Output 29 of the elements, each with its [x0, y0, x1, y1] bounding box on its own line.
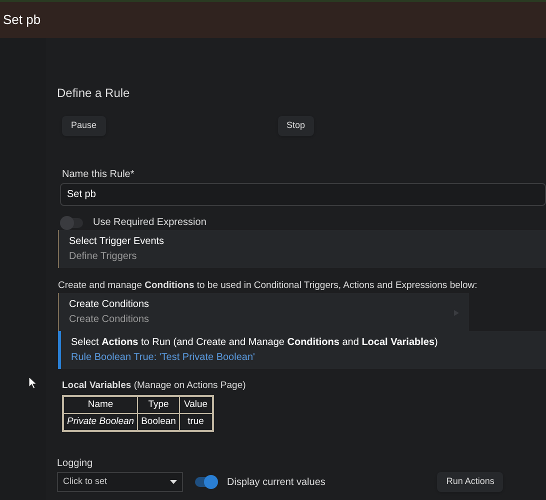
section-label: Local Variables (Manage on Actions Page)	[62, 379, 246, 394]
field-label: Name this Rule*	[62, 168, 134, 182]
mouse-cursor-icon	[29, 377, 37, 389]
toggle-label: Use Required Expression	[93, 216, 206, 230]
column-header: Name	[63, 396, 138, 414]
card-title: Select Trigger Events	[69, 235, 164, 249]
pause-button[interactable]: Pause	[62, 116, 106, 136]
toggle-switch[interactable]	[63, 218, 83, 228]
card-title: Create Conditions	[69, 298, 150, 312]
caret-down-icon	[170, 480, 177, 484]
card-subtitle: Create Conditions	[69, 313, 150, 328]
column-header: Type	[138, 396, 180, 414]
logging-dropdown[interactable]: Click to set	[57, 472, 183, 492]
section-heading: Define a Rule	[57, 85, 130, 102]
page-title: Set pb	[3, 11, 41, 30]
toggle-switch[interactable]	[195, 477, 215, 487]
card-subtitle: Define Triggers	[69, 250, 137, 264]
menu-card[interactable]: Select Trigger Events Define Triggers	[58, 230, 546, 268]
menu-card[interactable]: Create Conditions Create Conditions	[58, 293, 469, 332]
field-label: Logging	[57, 457, 93, 471]
dropdown-placeholder: Click to set	[63, 475, 108, 488]
card-title: Select Actions to Run (and Create and Manage Conditions and Local Variables)	[71, 336, 438, 350]
rule-name-field[interactable]: Set pb	[60, 183, 546, 206]
card-subtitle: Rule Boolean True: 'Test Private Boolean'	[71, 351, 255, 366]
toggle-label: Display current values	[227, 476, 326, 490]
stop-button[interactable]: Stop	[278, 116, 314, 136]
info-text: Create and manage Conditions to be used in Conditional Triggers, Actions and Expressions below:	[58, 279, 478, 293]
menu-card[interactable]: Select Actions to Run (and Create and Manage Conditions and Local Variables) Rule Boolean True: 'Test Private Boolean'	[58, 331, 546, 370]
run-actions-button[interactable]: Run Actions	[437, 472, 504, 492]
